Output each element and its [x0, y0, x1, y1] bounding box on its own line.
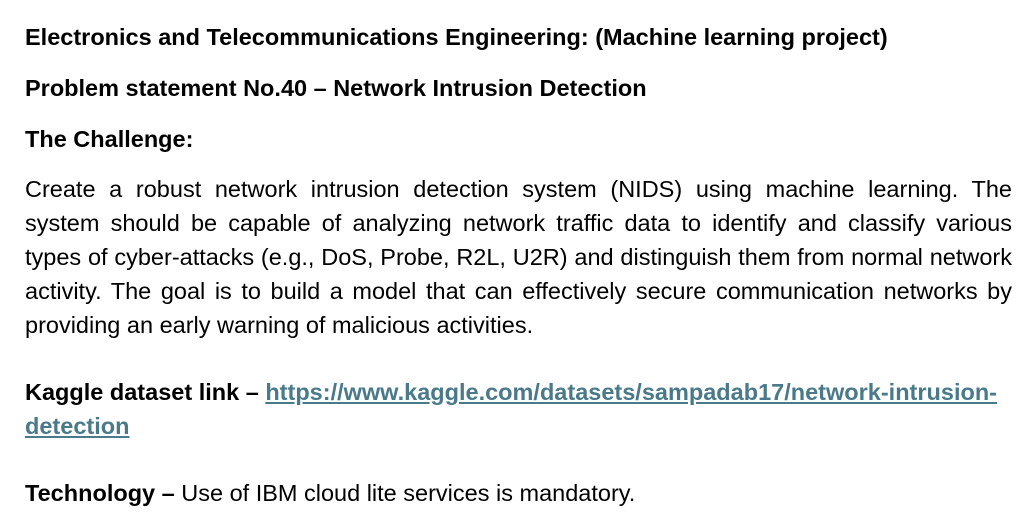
technology-label: Technology –	[25, 480, 182, 506]
technology-line: Technology – Use of IBM cloud lite servi…	[25, 476, 1012, 510]
dataset-line: Kaggle dataset link – https://www.kaggle…	[25, 375, 1012, 443]
problem-statement-heading: Problem statement No.40 – Network Intrus…	[25, 75, 647, 101]
dataset-label: Kaggle dataset link –	[25, 379, 266, 405]
technology-text: Use of IBM cloud lite services is mandat…	[181, 480, 636, 506]
challenge-paragraph: Create a robust network intrusion detect…	[25, 176, 1012, 338]
document-page: Electronics and Telecommunications Engin…	[0, 0, 1028, 517]
document-title: Electronics and Telecommunications Engin…	[25, 24, 888, 50]
challenge-heading: The Challenge:	[25, 126, 194, 152]
